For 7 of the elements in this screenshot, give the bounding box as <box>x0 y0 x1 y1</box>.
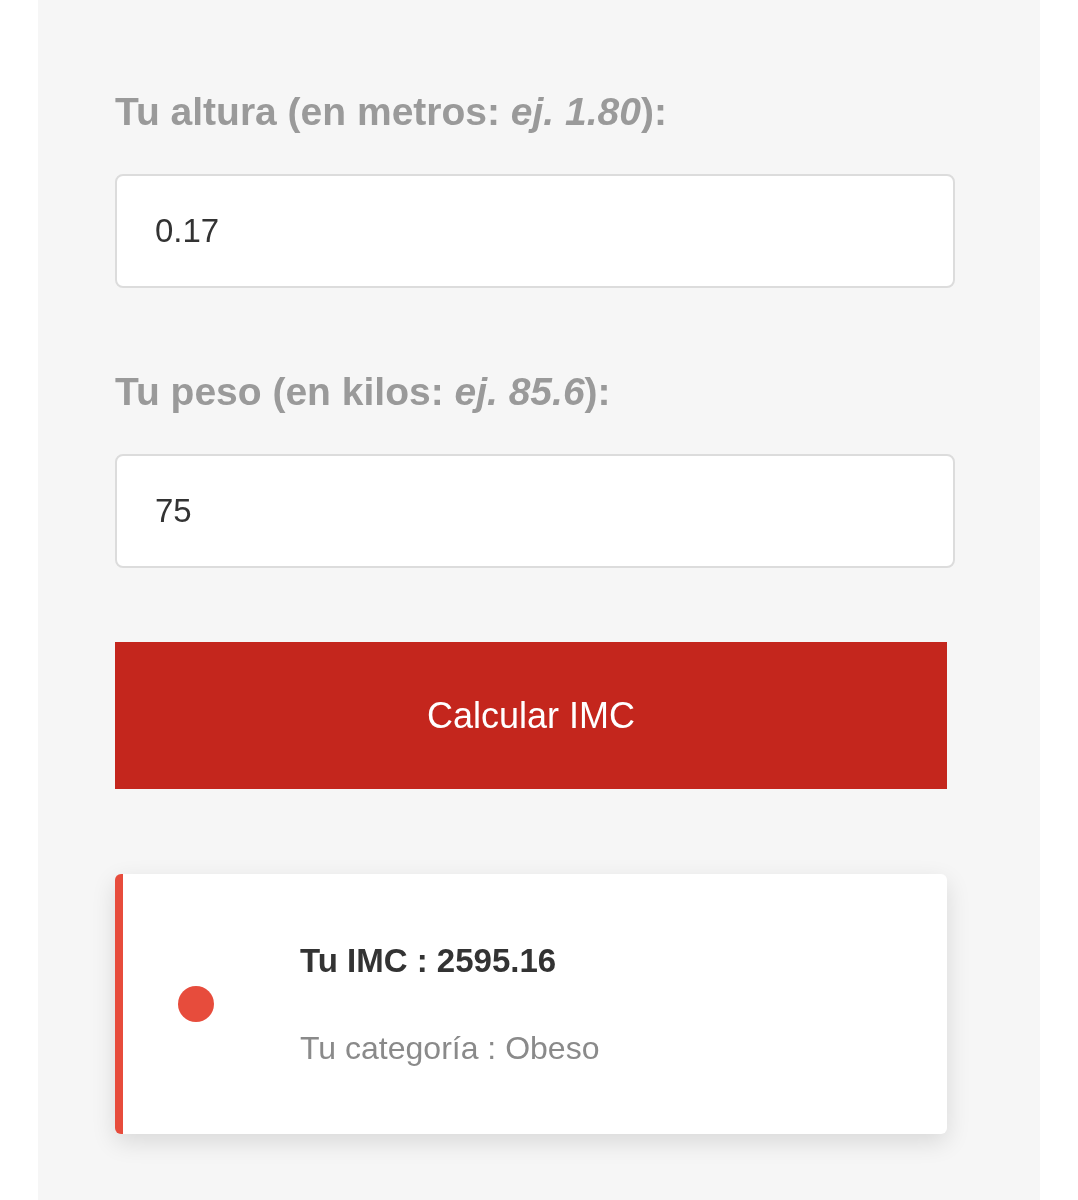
calculate-button[interactable]: Calcular IMC <box>115 642 947 789</box>
field-label: Tu peso (en kilos: ej. 85.6): <box>115 369 612 415</box>
input-field[interactable]: 0.17 <box>115 174 955 288</box>
field-label: Tu altura (en metros: ej. 1.80): <box>115 89 668 135</box>
bmi-category: Tu categoría : Obeso <box>300 1029 600 1067</box>
input-field[interactable]: 75 <box>115 454 955 568</box>
bmi-result: Tu IMC : 2595.16 <box>300 941 558 980</box>
